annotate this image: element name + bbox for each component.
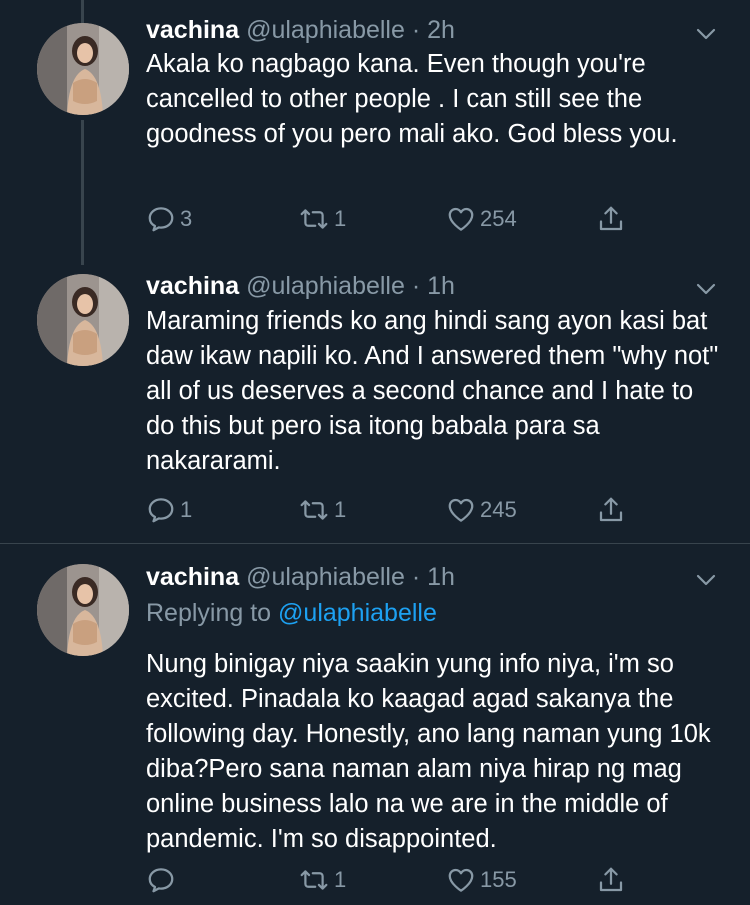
avatar[interactable] [37, 23, 129, 115]
like-count: 254 [480, 206, 517, 231]
retweet-count: 1 [334, 206, 347, 231]
heart-icon [446, 865, 476, 895]
retweet-button[interactable]: 1 [298, 494, 346, 526]
display-name[interactable]: vachina [146, 16, 239, 44]
timestamp[interactable]: 2h [427, 16, 455, 44]
retweet-icon [298, 865, 330, 895]
replying-to-mention[interactable]: @ulaphiabelle [278, 599, 437, 627]
separator-dot: · [404, 272, 428, 300]
display-name[interactable]: vachina [146, 563, 239, 591]
timestamp[interactable]: 1h [427, 272, 455, 300]
retweet-icon [298, 495, 330, 525]
share-icon [596, 495, 626, 525]
reply-icon [146, 865, 176, 895]
chevron-down-icon[interactable] [694, 22, 718, 46]
reply-count: 1 [180, 497, 193, 522]
tweet-actions: 3 1 254 [0, 203, 750, 235]
retweet-button[interactable]: 1 [298, 864, 346, 896]
reply-button[interactable]: 1 [146, 494, 192, 526]
tweet-actions: 1 1 245 [0, 494, 750, 526]
tweet-text: Nung binigay niya saakin yung info niya,… [146, 650, 711, 853]
like-count: 245 [480, 497, 517, 522]
timestamp[interactable]: 1h [427, 563, 455, 591]
tweet[interactable]: vachina @ulaphiabelle · 1h Maraming frie… [0, 262, 750, 542]
chevron-down-icon[interactable] [694, 568, 718, 592]
retweet-count: 1 [334, 867, 347, 892]
tweet-actions: 1 155 [0, 864, 750, 896]
chevron-down-icon[interactable] [694, 277, 718, 301]
tweet-header: vachina @ulaphiabelle · 1h [146, 562, 455, 592]
share-button[interactable] [596, 203, 626, 235]
avatar[interactable] [37, 274, 129, 366]
reply-icon [146, 495, 176, 525]
retweet-button[interactable]: 1 [298, 203, 346, 235]
separator-dot: · [404, 563, 428, 591]
display-name[interactable]: vachina [146, 272, 239, 300]
share-button[interactable] [596, 864, 626, 896]
like-button[interactable]: 155 [446, 864, 517, 896]
tweet-text: Maraming friends ko ang hindi sang ayon … [146, 307, 719, 475]
reply-button[interactable]: 3 [146, 203, 192, 235]
like-button[interactable]: 245 [446, 494, 517, 526]
like-count: 155 [480, 867, 517, 892]
tweet-header: vachina @ulaphiabelle · 1h [146, 271, 455, 301]
reply-count: 3 [180, 206, 193, 231]
replying-to: Replying to @ulaphiabelle [146, 598, 437, 628]
like-button[interactable]: 254 [446, 203, 517, 235]
tweet[interactable]: vachina @ulaphiabelle · 1h Replying to @… [0, 544, 750, 905]
share-icon [596, 865, 626, 895]
avatar[interactable] [37, 564, 129, 656]
retweet-count: 1 [334, 497, 347, 522]
share-button[interactable] [596, 494, 626, 526]
separator-dot: · [404, 16, 428, 44]
user-handle[interactable]: @ulaphiabelle [246, 563, 405, 591]
heart-icon [446, 495, 476, 525]
tweet-text: Akala ko nagbago kana. Even though you'r… [146, 50, 678, 148]
tweet[interactable]: vachina @ulaphiabelle · 2h Akala ko nagb… [0, 0, 750, 260]
tweet-header: vachina @ulaphiabelle · 2h [146, 15, 455, 45]
reply-button[interactable] [146, 864, 180, 896]
share-icon [596, 204, 626, 234]
heart-icon [446, 204, 476, 234]
replying-to-label: Replying to [146, 599, 279, 627]
user-handle[interactable]: @ulaphiabelle [246, 16, 405, 44]
retweet-icon [298, 204, 330, 234]
reply-icon [146, 204, 176, 234]
user-handle[interactable]: @ulaphiabelle [246, 272, 405, 300]
